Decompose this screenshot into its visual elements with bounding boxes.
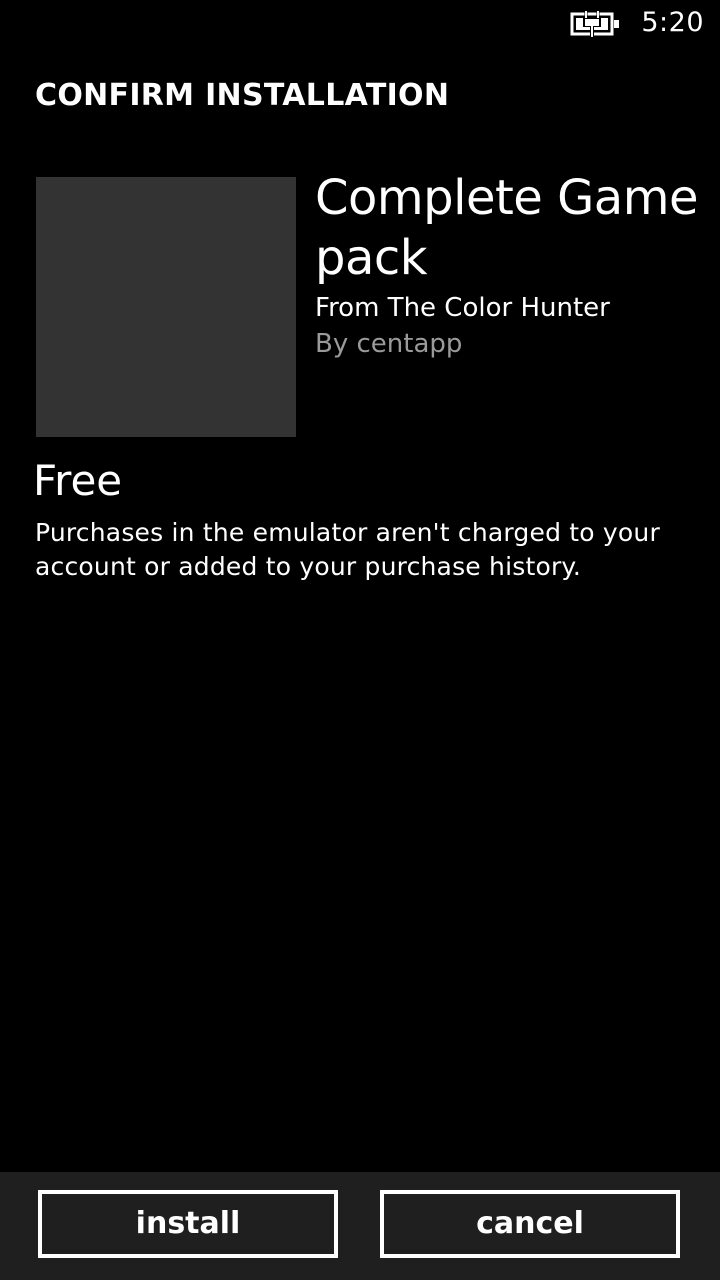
- source-app: From The Color Hunter: [315, 293, 610, 323]
- product-name: Complete Game pack: [315, 170, 698, 286]
- cancel-button[interactable]: cancel: [380, 1190, 680, 1258]
- publisher: By centapp: [315, 329, 463, 359]
- emulator-purchase-note: Purchases in the emulator aren't charged…: [35, 518, 660, 581]
- product-details: Complete Game pack From The Color Hunter…: [315, 168, 715, 362]
- status-bar: 5:20: [0, 0, 720, 48]
- price: Free: [33, 456, 123, 505]
- page-title: CONFIRM INSTALLATION: [35, 78, 450, 113]
- clock: 5:20: [641, 7, 704, 38]
- app-tile-image: [36, 177, 296, 437]
- battery-charging-icon: [570, 10, 622, 38]
- install-button[interactable]: install: [38, 1190, 338, 1258]
